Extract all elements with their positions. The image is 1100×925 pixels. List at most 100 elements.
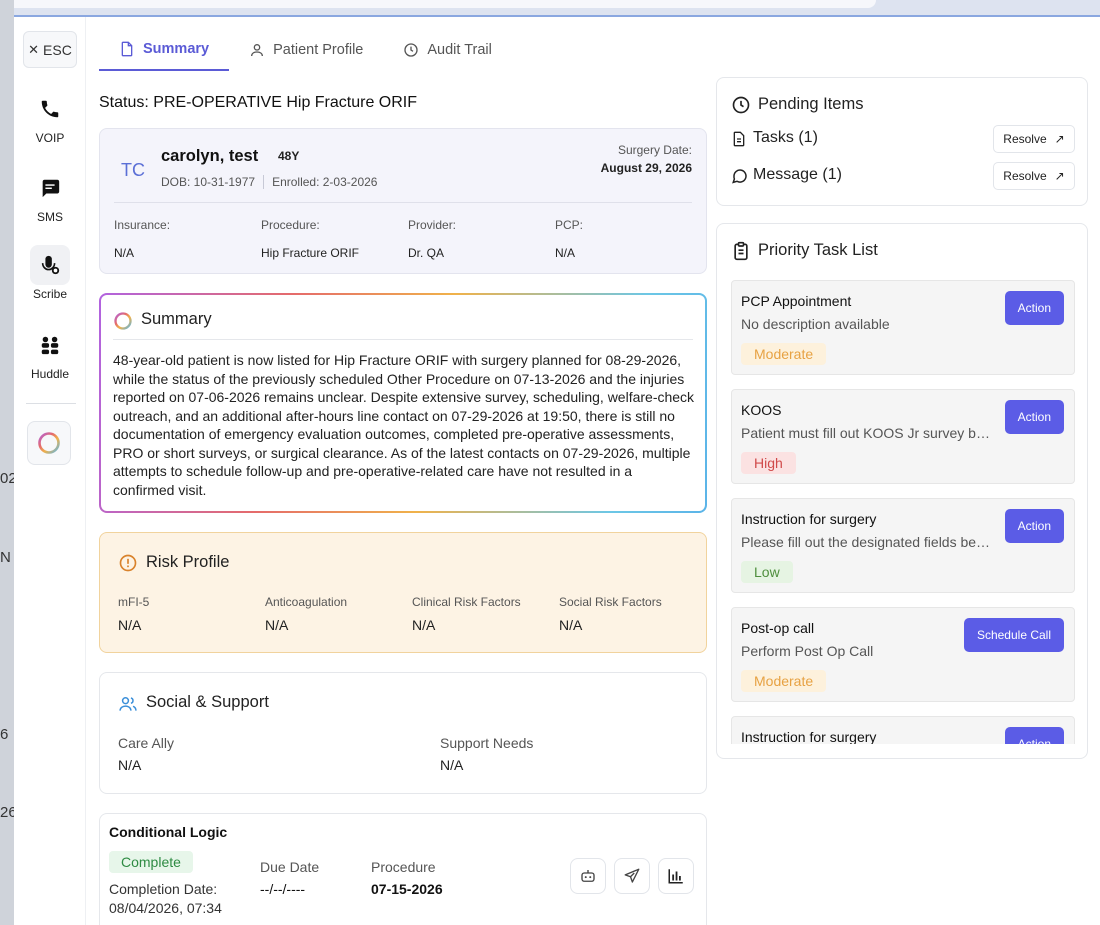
avatar: TC xyxy=(121,159,145,180)
field-label: Provider: xyxy=(408,218,457,232)
conditional-title: Conditional Logic xyxy=(109,824,228,840)
arrow-up-right-icon: ↗ xyxy=(1054,132,1065,146)
risk-field-clinical: Clinical Risk Factors N/A xyxy=(412,595,521,633)
esc-label: ESC xyxy=(43,41,72,58)
task-list[interactable]: PCP Appointment No description available… xyxy=(731,280,1075,744)
message-icon xyxy=(732,169,747,184)
background-bar xyxy=(14,0,876,8)
tab-label: Summary xyxy=(143,41,210,57)
background-strip: 02 N 6 26 xyxy=(0,0,17,925)
clipboard-icon xyxy=(734,241,748,261)
microphone-icon xyxy=(30,245,70,285)
risk-title: Risk Profile xyxy=(146,553,230,571)
background-text: N xyxy=(0,549,11,566)
esc-button[interactable]: ✕ ESC xyxy=(23,31,77,68)
send-icon xyxy=(624,868,640,883)
risk-field-social: Social Risk Factors N/A xyxy=(559,595,662,633)
social-support-card: Social & Support Care Ally N/A Support N… xyxy=(99,672,707,794)
conditional-logic-card: Conditional Logic Complete Completion Da… xyxy=(99,813,707,925)
pending-row-tasks: Tasks (1) Resolve ↗ xyxy=(731,125,1075,153)
field-label: Anticoagulation xyxy=(265,595,348,609)
field-value: N/A xyxy=(265,617,289,633)
field-procedure: Procedure: Hip Fracture ORIF xyxy=(261,218,359,260)
patient-enrolled: Enrolled: 2-03-2026 xyxy=(272,175,378,189)
schedule-call-button[interactable]: Schedule Call xyxy=(963,618,1064,652)
huddle-icon xyxy=(30,325,70,365)
action-button[interactable]: Action xyxy=(1004,509,1064,543)
rail-item-sms[interactable]: SMS xyxy=(14,168,86,224)
rail-item-label: Huddle xyxy=(30,367,70,381)
social-field-support-needs: Support Needs N/A xyxy=(440,735,533,773)
field-label: Support Needs xyxy=(440,735,534,751)
social-field-care-ally: Care Ally N/A xyxy=(118,735,174,773)
chart-button[interactable] xyxy=(658,858,694,894)
patient-card: TC carolyn, test 48Y DOB: 10-31-1977 Enr… xyxy=(99,128,707,274)
tab-summary[interactable]: Summary xyxy=(99,29,230,71)
summary-title: Summary xyxy=(141,310,212,328)
action-button[interactable]: Action xyxy=(1004,400,1064,434)
field-value: --/--/---- xyxy=(260,881,306,897)
tab-label: Patient Profile xyxy=(273,42,364,58)
priority-badge: Moderate xyxy=(741,343,827,365)
rail-item-voip[interactable]: VOIP xyxy=(14,89,86,145)
priority-task-list-card: Priority Task List PCP Appointment No de… xyxy=(716,223,1088,759)
tab-patient-profile[interactable]: Patient Profile xyxy=(229,29,383,71)
risk-field-mfi5: mFI-5 N/A xyxy=(118,595,149,633)
user-icon xyxy=(251,44,264,57)
surgery-date-label: Surgery Date: xyxy=(617,143,692,157)
patient-card-divider xyxy=(114,202,692,203)
completion-date-value: 08/04/2026, 07:34 xyxy=(109,900,222,916)
priority-badge: Moderate xyxy=(741,670,827,692)
patient-modal: ✕ ESC VOIP SMS Scribe Huddle Summary Pat… xyxy=(14,17,1100,925)
action-button[interactable]: Action xyxy=(1004,727,1064,744)
summary-card: Summary 48-year-old patient is now liste… xyxy=(99,293,707,513)
risk-field-anticoagulation: Anticoagulation N/A xyxy=(265,595,347,633)
field-value: Hip Fracture ORIF xyxy=(261,246,360,260)
phone-icon xyxy=(30,89,70,129)
field-value: N/A xyxy=(559,617,583,633)
procedure-date-field: Procedure 07-15-2026 xyxy=(371,859,443,897)
patient-meta: DOB: 10-31-1977 Enrolled: 2-03-2026 xyxy=(161,175,377,189)
task-item: Instruction for surgery Action xyxy=(731,716,1075,744)
task-title: KOOS xyxy=(741,402,782,418)
field-label: mFI-5 xyxy=(118,595,150,609)
document-icon xyxy=(733,131,745,147)
left-rail: ✕ ESC VOIP SMS Scribe Huddle xyxy=(14,17,86,925)
field-value: N/A xyxy=(440,757,464,773)
button-label: Resolve xyxy=(1003,169,1047,183)
task-title: PCP Appointment xyxy=(741,293,852,309)
rail-item-scribe[interactable]: Scribe xyxy=(14,245,86,301)
field-label: Insurance: xyxy=(114,218,171,232)
field-label: Procedure xyxy=(371,859,436,875)
pending-label: Tasks (1) xyxy=(753,129,818,146)
rail-item-label: SMS xyxy=(36,210,63,224)
patient-dob: DOB: 10-31-1977 xyxy=(161,175,256,189)
resolve-button[interactable]: Resolve ↗ xyxy=(993,162,1075,190)
action-button[interactable]: Action xyxy=(1004,291,1064,325)
ai-assistant-button[interactable] xyxy=(27,421,71,465)
due-date-field: Due Date --/--/---- xyxy=(260,859,319,897)
risk-profile-card: Risk Profile mFI-5 N/A Anticoagulation N… xyxy=(99,532,707,653)
send-button[interactable] xyxy=(614,858,650,894)
rail-item-huddle[interactable]: Huddle xyxy=(14,325,86,381)
pending-label: Message (1) xyxy=(753,166,842,183)
pending-title: Pending Items xyxy=(758,95,864,113)
status-value: PRE-OPERATIVE Hip Fracture ORIF xyxy=(153,94,418,111)
document-icon xyxy=(121,41,133,57)
resolve-button[interactable]: Resolve ↗ xyxy=(993,125,1075,153)
task-description: Please fill out the designated fields be… xyxy=(741,534,991,550)
priority-badge: Low xyxy=(741,561,793,583)
tab-bar: Summary Patient Profile Audit Trail xyxy=(99,29,512,71)
field-value: N/A xyxy=(555,246,576,260)
pending-items-card: Pending Items Tasks (1) Resolve ↗ Messag… xyxy=(716,77,1088,206)
pending-row-message: Message (1) Resolve ↗ xyxy=(731,162,1075,190)
task-description: Perform Post Op Call xyxy=(741,643,874,659)
ai-ring-icon xyxy=(38,432,60,454)
arrow-up-right-icon: ↗ xyxy=(1054,169,1065,183)
tab-audit-trail[interactable]: Audit Trail xyxy=(383,29,511,71)
chat-icon xyxy=(30,168,70,208)
field-label: Clinical Risk Factors xyxy=(412,595,521,609)
clock-icon xyxy=(404,43,419,57)
bot-button[interactable] xyxy=(570,858,606,894)
task-item: PCP Appointment No description available… xyxy=(731,280,1075,375)
